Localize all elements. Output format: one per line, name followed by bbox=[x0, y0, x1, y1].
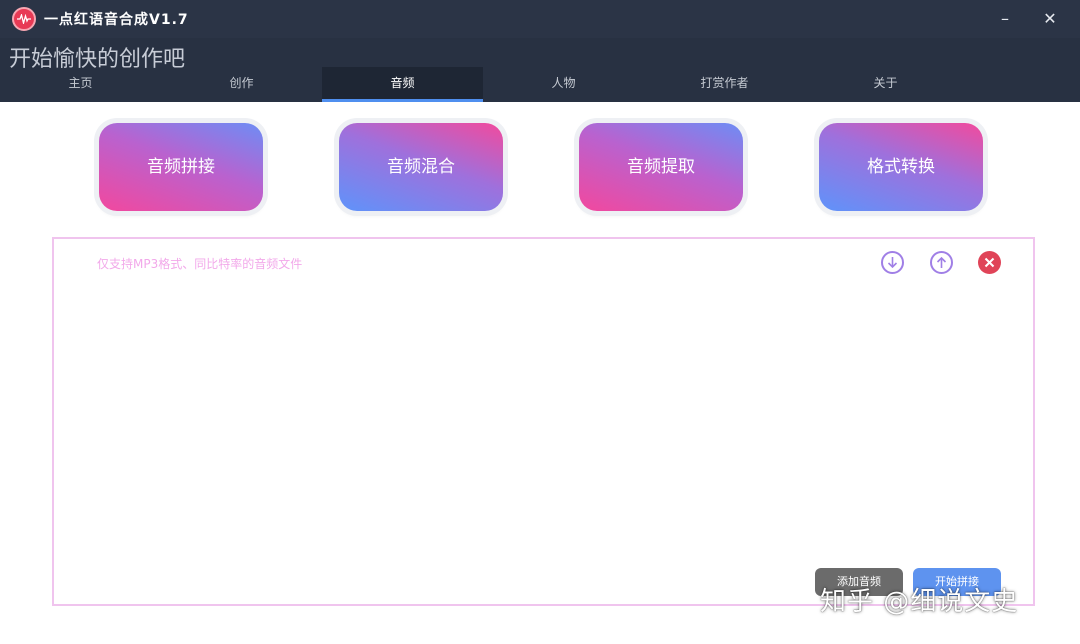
audio-concat-button[interactable]: 音频拼接 bbox=[99, 123, 263, 211]
tab-donate[interactable]: 打赏作者 bbox=[644, 67, 805, 102]
audio-extract-button[interactable]: 音频提取 bbox=[579, 123, 743, 211]
tab-bar: 主页 创作 音频 人物 打赏作者 关于 bbox=[0, 67, 1080, 102]
delete-icon[interactable] bbox=[978, 251, 1001, 274]
format-hint: 仅支持MP3格式、同比特率的音频文件 bbox=[97, 257, 303, 271]
watermark: 知乎 @细说文史 bbox=[820, 587, 1019, 617]
audio-wave-icon bbox=[12, 7, 36, 31]
tab-audio[interactable]: 音频 bbox=[322, 67, 483, 102]
app-header: 开始愉快的创作吧 主页 创作 音频 人物 打赏作者 关于 bbox=[0, 38, 1080, 102]
app-title: 一点红语音合成V1.7 bbox=[44, 12, 189, 28]
tab-home[interactable]: 主页 bbox=[0, 67, 161, 102]
move-up-icon[interactable] bbox=[930, 251, 953, 274]
minimize-button[interactable]: – bbox=[991, 6, 1019, 32]
move-down-icon[interactable] bbox=[881, 251, 904, 274]
tab-about[interactable]: 关于 bbox=[805, 67, 966, 102]
tab-characters[interactable]: 人物 bbox=[483, 67, 644, 102]
close-window-button[interactable]: ✕ bbox=[1036, 6, 1064, 32]
audio-mix-button[interactable]: 音频混合 bbox=[339, 123, 503, 211]
title-bar: 一点红语音合成V1.7 – ✕ bbox=[0, 0, 1080, 38]
audio-file-list[interactable]: 仅支持MP3格式、同比特率的音频文件 添加音频 开始拼接 bbox=[52, 237, 1035, 606]
tab-create[interactable]: 创作 bbox=[161, 67, 322, 102]
format-convert-button[interactable]: 格式转换 bbox=[819, 123, 983, 211]
